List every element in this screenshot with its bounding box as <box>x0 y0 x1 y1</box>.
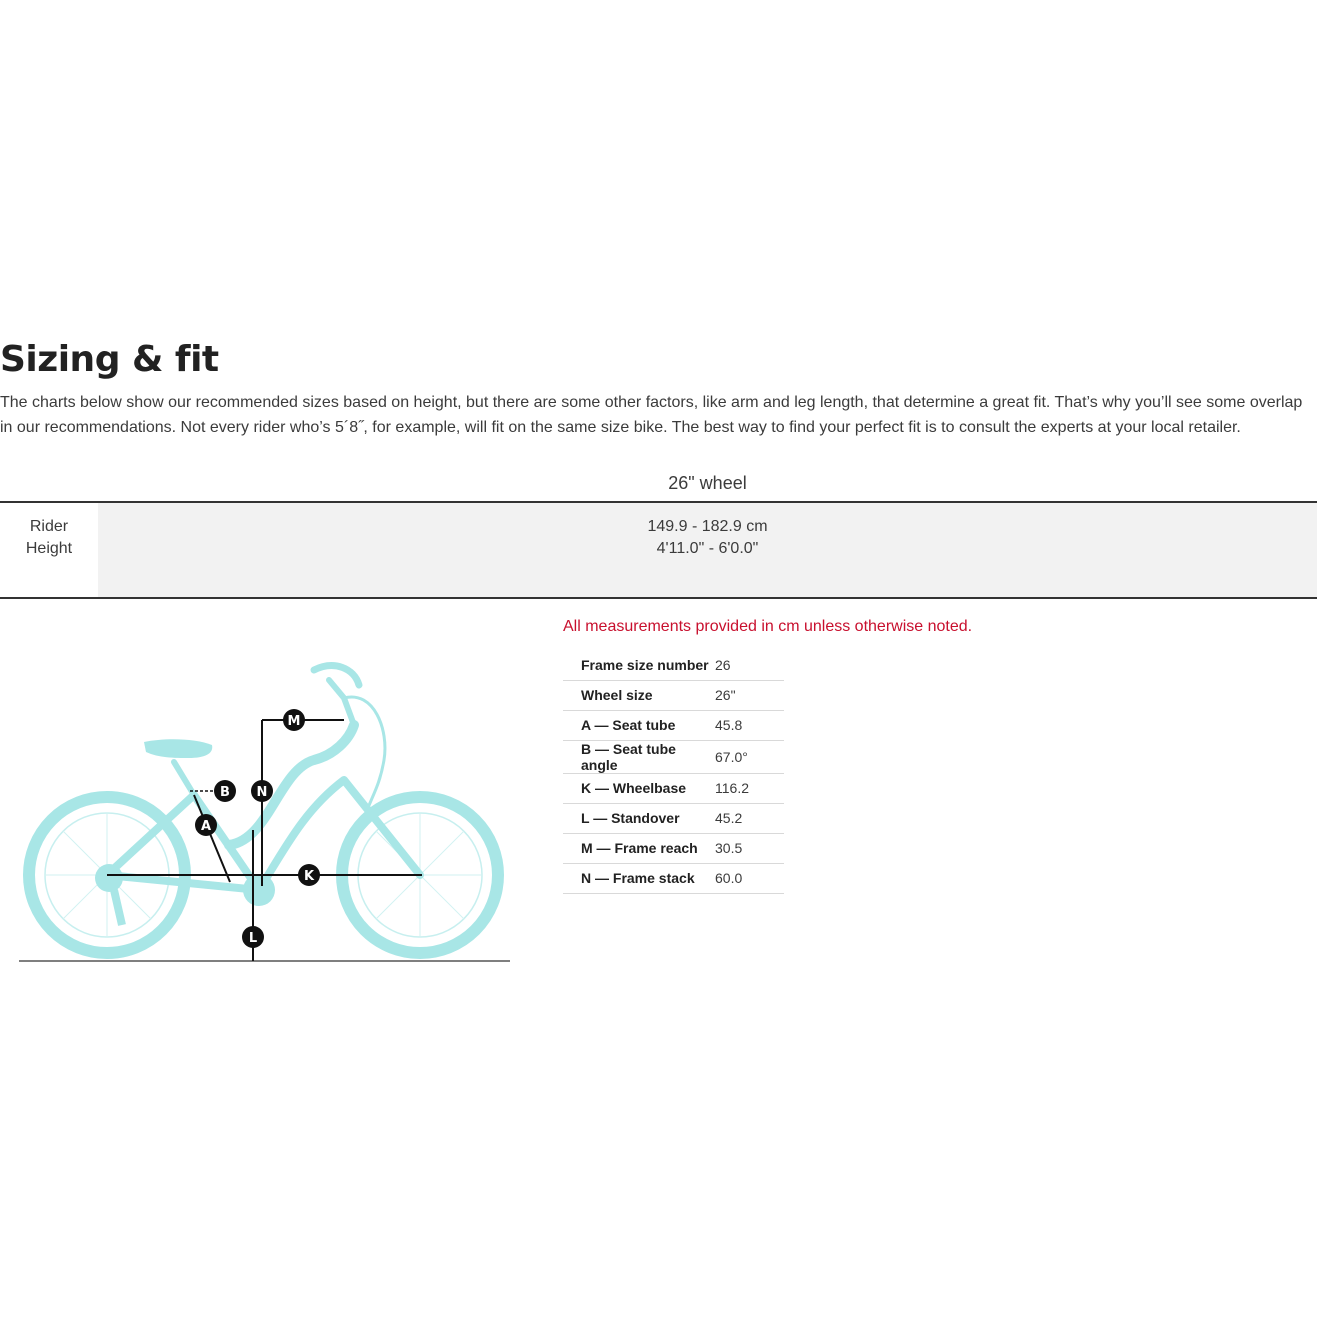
geometry-value: 116.2 <box>715 773 784 804</box>
height-cm: 149.9 - 182.9 cm <box>647 518 768 535</box>
svg-text:A: A <box>201 819 211 834</box>
table-row: L — Standover 45.2 <box>563 803 784 834</box>
geometry-value: 67.0° <box>715 740 784 774</box>
table-row: M — Frame reach 30.5 <box>563 833 784 864</box>
marker-l-icon: L <box>242 926 264 948</box>
geometry-value: 45.2 <box>715 803 784 834</box>
geometry-value: 30.5 <box>715 833 784 864</box>
svg-text:K: K <box>304 869 315 884</box>
rider-height-value: 149.9 - 182.9 cm 4'11.0" - 6'0.0" <box>98 503 1317 597</box>
table-row: N — Frame stack 60.0 <box>563 863 784 894</box>
geometry-label: Frame size number <box>563 650 715 681</box>
svg-text:L: L <box>249 931 257 946</box>
rider-label-line1: Rider <box>29 518 69 535</box>
geometry-value: 60.0 <box>715 863 784 894</box>
svg-text:N: N <box>257 785 268 800</box>
marker-n-icon: N <box>251 780 273 802</box>
geometry-label: M — Frame reach <box>563 833 715 864</box>
geometry-label: L — Standover <box>563 803 715 834</box>
svg-text:M: M <box>288 714 301 729</box>
geometry-value: 26" <box>715 680 784 711</box>
geometry-value: 45.8 <box>715 710 784 741</box>
marker-a-icon: A <box>195 814 217 836</box>
table-row: B — Seat tube angle 67.0° <box>563 740 784 774</box>
marker-k-icon: K <box>298 864 320 886</box>
rider-height-label: Rider Height <box>0 503 98 597</box>
marker-m-icon: M <box>283 709 305 731</box>
svg-text:B: B <box>220 785 230 800</box>
marker-b-icon: B <box>214 780 236 802</box>
rider-height-row: Rider Height 149.9 - 182.9 cm 4'11.0" - … <box>0 503 1317 599</box>
geometry-value: 26 <box>715 650 784 681</box>
geometry-label: Wheel size <box>563 680 715 711</box>
measurement-note: All measurements provided in cm unless o… <box>563 618 973 635</box>
size-table-header: 26" wheel <box>0 467 1317 503</box>
bike-geometry-diagram: M B N A K L <box>14 650 518 970</box>
section-title: Sizing & fit <box>0 339 219 380</box>
height-ft-in: 4'11.0" - 6'0.0" <box>656 540 759 557</box>
geometry-label: A — Seat tube <box>563 710 715 741</box>
wheel-column-header: 26" wheel <box>668 473 747 493</box>
table-row: Wheel size 26" <box>563 680 784 711</box>
geometry-table: Frame size number 26 Wheel size 26" A — … <box>563 650 784 894</box>
table-row: K — Wheelbase 116.2 <box>563 773 784 804</box>
geometry-label: N — Frame stack <box>563 863 715 894</box>
table-row: Frame size number 26 <box>563 650 784 681</box>
intro-text: The charts below show our recommended si… <box>0 394 1303 436</box>
bike-illustration: M B N A K L <box>19 662 510 962</box>
geometry-label: K — Wheelbase <box>563 773 715 804</box>
rider-label-line2: Height <box>25 540 73 557</box>
size-table: 26" wheel Rider Height 149.9 - 182.9 cm … <box>0 467 1317 599</box>
table-row: A — Seat tube 45.8 <box>563 710 784 741</box>
geometry-label: B — Seat tube angle <box>563 740 715 774</box>
